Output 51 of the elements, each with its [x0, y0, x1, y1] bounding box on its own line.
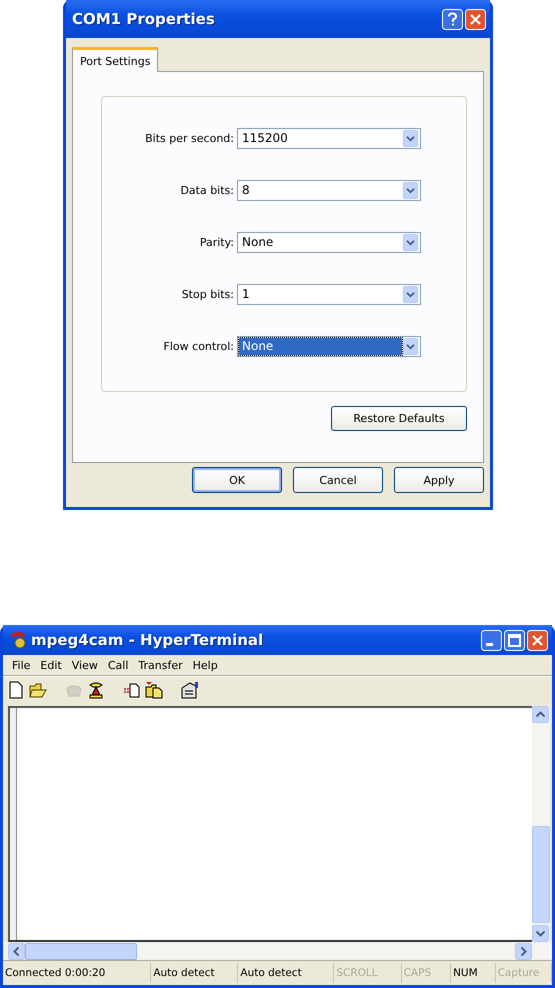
status-pane: Capture	[496, 963, 552, 983]
menu-item[interactable]: Transfer	[133, 658, 188, 672]
scrollbar-thumb[interactable]	[25, 942, 137, 960]
receive-file-icon[interactable]	[145, 681, 163, 699]
window-title: mpeg4cam - HyperTerminal	[31, 631, 264, 649]
minimize-icon[interactable]	[481, 630, 502, 650]
field-label: Flow control:	[162, 340, 235, 352]
help-icon[interactable]	[442, 8, 463, 30]
dialog-button[interactable]: Apply	[394, 467, 484, 493]
tab[interactable]: Port Settings	[72, 47, 158, 72]
close-icon[interactable]	[527, 630, 548, 650]
menu-item[interactable]: View	[66, 658, 103, 672]
send-file-icon[interactable]	[123, 681, 141, 699]
window-title: COM1 Properties	[72, 10, 216, 28]
restore-defaults-button[interactable]: Restore Defaults	[331, 406, 467, 431]
horizontal-scrollbar[interactable]	[3, 942, 552, 960]
new-document-icon[interactable]	[7, 681, 25, 699]
folder-icon[interactable]	[29, 681, 47, 699]
status-pane: Auto detect	[238, 963, 334, 983]
dialog-button[interactable]: OK	[192, 467, 282, 493]
phone-icon[interactable]	[87, 681, 105, 699]
scroll-up-icon[interactable]	[532, 706, 549, 723]
dropdown[interactable]: None	[237, 336, 421, 356]
scrollbar-thumb[interactable]	[532, 826, 550, 923]
properties-icon[interactable]	[181, 681, 199, 699]
scroll-down-icon[interactable]	[532, 925, 549, 942]
status-pane: SCROLL	[334, 963, 402, 983]
phone-icon	[9, 631, 27, 649]
terminal-area[interactable]	[8, 706, 532, 942]
scroll-right-icon[interactable]	[515, 942, 532, 960]
status-pane: Auto detect	[151, 963, 238, 983]
scroll-left-icon[interactable]	[8, 942, 25, 960]
menu-item[interactable]: File	[7, 658, 36, 672]
field-label: Data bits:	[179, 184, 235, 196]
status-pane: NUM	[451, 963, 496, 983]
maximize-icon[interactable]	[504, 630, 525, 650]
menu-item[interactable]: Call	[102, 658, 134, 672]
dropdown[interactable]: 8	[237, 180, 421, 200]
menu-item[interactable]: Help	[188, 658, 223, 672]
dropdown[interactable]: 1	[237, 284, 421, 304]
dialog-button[interactable]: Cancel	[293, 467, 383, 493]
field-label: Stop bits:	[180, 288, 235, 300]
dropdown[interactable]: 115200	[237, 128, 421, 148]
field-label: Parity:	[198, 236, 235, 248]
dropdown[interactable]: None	[237, 232, 421, 252]
status-pane: CAPS	[402, 963, 452, 983]
field-label: Bits per second:	[144, 132, 235, 144]
menu-item[interactable]: Edit	[35, 658, 67, 672]
status-pane: Connected 0:00:20	[3, 963, 152, 983]
close-icon[interactable]	[465, 8, 486, 30]
vertical-scrollbar[interactable]	[532, 706, 550, 942]
